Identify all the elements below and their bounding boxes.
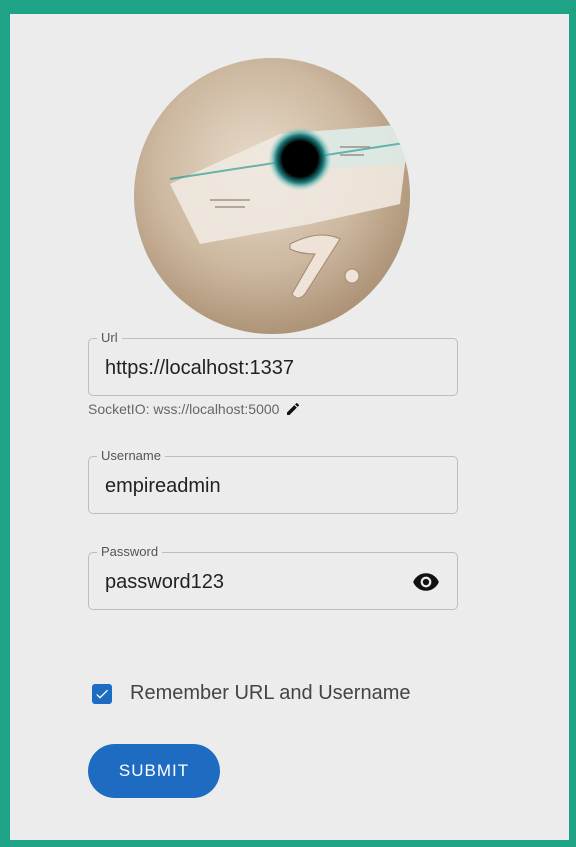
check-icon: [96, 689, 108, 699]
eye-icon[interactable]: [411, 568, 441, 596]
url-input[interactable]: [105, 353, 395, 383]
remember-row[interactable]: Remember URL and Username: [92, 682, 410, 705]
username-field[interactable]: Username: [88, 448, 458, 514]
remember-label: Remember URL and Username: [130, 682, 411, 704]
url-field[interactable]: Url: [88, 330, 458, 396]
username-input[interactable]: [105, 471, 395, 501]
password-label: Password: [97, 544, 163, 560]
window-frame: Url SocketIO: wss://localhost:5000 Usern…: [0, 0, 576, 847]
username-label: Username: [97, 448, 165, 464]
pencil-icon[interactable]: [285, 401, 301, 417]
socketio-hint: SocketIO: wss://localhost:5000: [88, 400, 301, 418]
password-input[interactable]: [105, 567, 395, 597]
remember-checkbox[interactable]: [92, 683, 112, 704]
login-panel: Url SocketIO: wss://localhost:5000 Usern…: [10, 14, 569, 840]
password-field[interactable]: Password: [88, 544, 458, 610]
url-label: Url: [97, 330, 122, 346]
empire-logo: [134, 58, 410, 334]
submit-button[interactable]: SUBMIT: [88, 744, 220, 798]
socketio-hint-text: SocketIO: wss://localhost:5000: [88, 401, 280, 417]
